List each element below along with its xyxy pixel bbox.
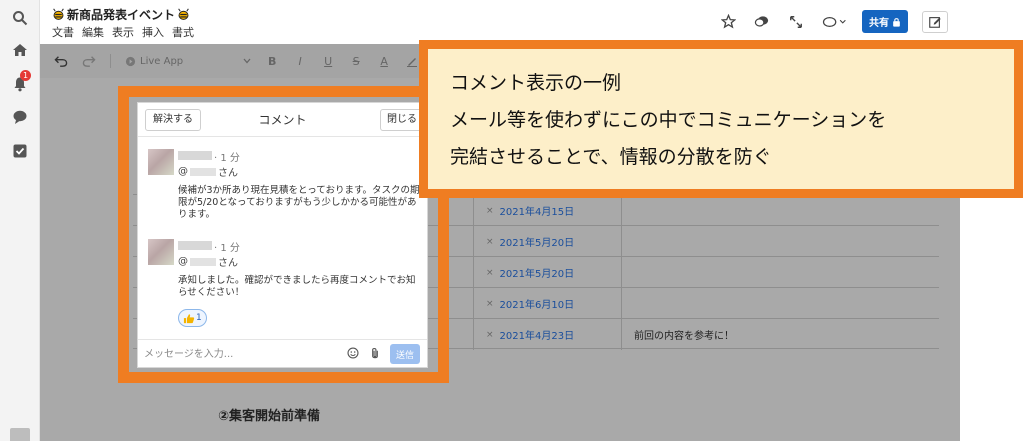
comment-panel: コメント 解決する 閉じる · 1 分 @ さん 候補が3か所あり現在見積をとっ… (137, 102, 430, 368)
date-chip[interactable]: 2021年4月23日 (500, 327, 575, 342)
lock-icon (893, 17, 900, 27)
table-cell-date[interactable]: × 2021年5月20日 (473, 257, 621, 288)
header-actions: 共有 (718, 10, 948, 33)
mention[interactable]: @ さん (178, 254, 238, 269)
section-heading: ②集客開始前準備 (218, 409, 321, 424)
expand-arrows-icon[interactable] (786, 12, 806, 32)
table-cell-date[interactable]: × 2021年4月23日 (473, 319, 621, 350)
table-cell-note[interactable] (621, 195, 939, 226)
send-button[interactable]: 送信 (390, 344, 420, 364)
table-cell-date[interactable]: × 2021年6月10日 (473, 288, 621, 319)
share-button-label: 共有 (869, 18, 889, 29)
share-button[interactable]: 共有 (862, 10, 908, 33)
live-app-selector[interactable]: Live App (125, 56, 251, 67)
redo-icon[interactable] (82, 55, 96, 67)
table-cell-note[interactable] (621, 257, 939, 288)
page-title: 新商品発表イベント (52, 6, 190, 23)
close-icon[interactable]: × (486, 330, 494, 340)
pencil-square-icon (929, 16, 941, 28)
underline-icon[interactable]: U (321, 55, 335, 68)
toolbar-divider (110, 54, 111, 68)
table-cell-date[interactable]: × 2021年5月20日 (473, 226, 621, 257)
emoji-icon[interactable] (346, 346, 360, 360)
mention[interactable]: @ さん (178, 164, 238, 179)
chat-dropdown-icon[interactable] (820, 12, 848, 32)
table-cell-note[interactable]: 前回の内容を参考に！ (621, 319, 939, 350)
notification-badge: 1 (20, 70, 31, 81)
callout-line-2: メール等を使わずにこの中でコミュニケーションを (450, 109, 887, 131)
close-icon[interactable]: × (486, 268, 494, 278)
menu-item-insert[interactable]: 挿入 (142, 24, 164, 40)
strikethrough-icon[interactable]: S (349, 55, 363, 68)
close-icon[interactable]: × (486, 237, 494, 247)
mention-name-blurred (190, 257, 216, 266)
mention-honorific: さん (218, 168, 238, 179)
task-check-icon[interactable] (10, 141, 30, 161)
text-color-icon[interactable]: A (377, 55, 391, 68)
date-chip[interactable]: 2021年5月20日 (500, 265, 575, 280)
menu-item-format[interactable]: 書式 (172, 24, 194, 40)
italic-icon[interactable]: I (293, 55, 307, 68)
comment-time: · 1 分 (214, 243, 240, 254)
resolve-button[interactable]: 解決する (145, 109, 201, 131)
chat-icon[interactable] (10, 107, 30, 127)
comment-text: 承知しました。確認ができましたら再度コメントでお知らせください！ (178, 275, 416, 298)
avatar[interactable] (148, 239, 174, 265)
author-name-blurred (178, 151, 212, 160)
highlight-pen-icon[interactable] (405, 55, 419, 67)
callout-line-1: コメント表示の一例 (450, 72, 622, 94)
live-app-label: Live App (140, 55, 184, 67)
bold-icon[interactable]: B (265, 55, 279, 68)
mention-at: @ (178, 166, 188, 177)
document-title-text[interactable]: 新商品発表イベント (67, 6, 175, 23)
bee-icon (178, 8, 189, 20)
bee-icon (53, 8, 64, 20)
close-icon[interactable]: × (486, 206, 494, 216)
reaction-count: 1 (196, 313, 202, 323)
thumbs-up-icon (183, 313, 195, 323)
menu-item-view[interactable]: 表示 (112, 24, 134, 40)
attachment-clip-icon[interactable] (368, 346, 382, 360)
mention-at: @ (178, 256, 188, 267)
thumbs-up-reaction[interactable]: 1 (178, 309, 207, 327)
left-rail: 1 (0, 0, 40, 441)
date-chip[interactable]: 2021年6月10日 (500, 296, 575, 311)
search-icon[interactable] (10, 8, 30, 28)
star-icon[interactable] (718, 12, 738, 32)
comment-time: · 1 分 (214, 153, 240, 164)
comment-composer: 送信 (138, 339, 427, 367)
comment-panel-header: コメント 解決する 閉じる (138, 103, 430, 137)
menu-bar: 文書 編集 表示 挿入 書式 (52, 24, 194, 40)
home-icon[interactable] (10, 40, 30, 60)
callout-line-3: 完結させることで、情報の分散を防ぐ (450, 146, 772, 168)
date-chip[interactable]: 2021年5月20日 (500, 234, 575, 249)
live-app-icon (125, 56, 136, 66)
annotation-callout: コメント表示の一例 メール等を使わずにこの中でコミュニケーションを 完結させるこ… (419, 40, 1023, 198)
mention-name-blurred (190, 167, 216, 176)
author-name-blurred (178, 241, 212, 250)
chevron-down-icon (243, 56, 251, 67)
menu-item-document[interactable]: 文書 (52, 24, 74, 40)
undo-icon[interactable] (54, 55, 68, 67)
menu-item-edit[interactable]: 編集 (82, 24, 104, 40)
close-icon[interactable]: × (486, 299, 494, 309)
edit-button[interactable] (922, 10, 948, 33)
table-cell-note[interactable] (621, 288, 939, 319)
date-chip[interactable]: 2021年4月15日 (500, 203, 575, 218)
app-icon[interactable] (10, 428, 30, 441)
comment-bubble-icon[interactable] (752, 12, 772, 32)
comment-text: 候補が3か所あり現在見積をとっております。タスクの期限が5/20となっております… (178, 185, 420, 220)
avatar[interactable] (148, 149, 174, 175)
message-input[interactable] (144, 346, 332, 362)
table-cell-date[interactable]: × 2021年4月15日 (473, 195, 621, 226)
mention-honorific: さん (218, 258, 238, 269)
document-header: 新商品発表イベント 文書 編集 表示 挿入 書式 共有 (40, 0, 960, 44)
table-cell-note[interactable] (621, 226, 939, 257)
